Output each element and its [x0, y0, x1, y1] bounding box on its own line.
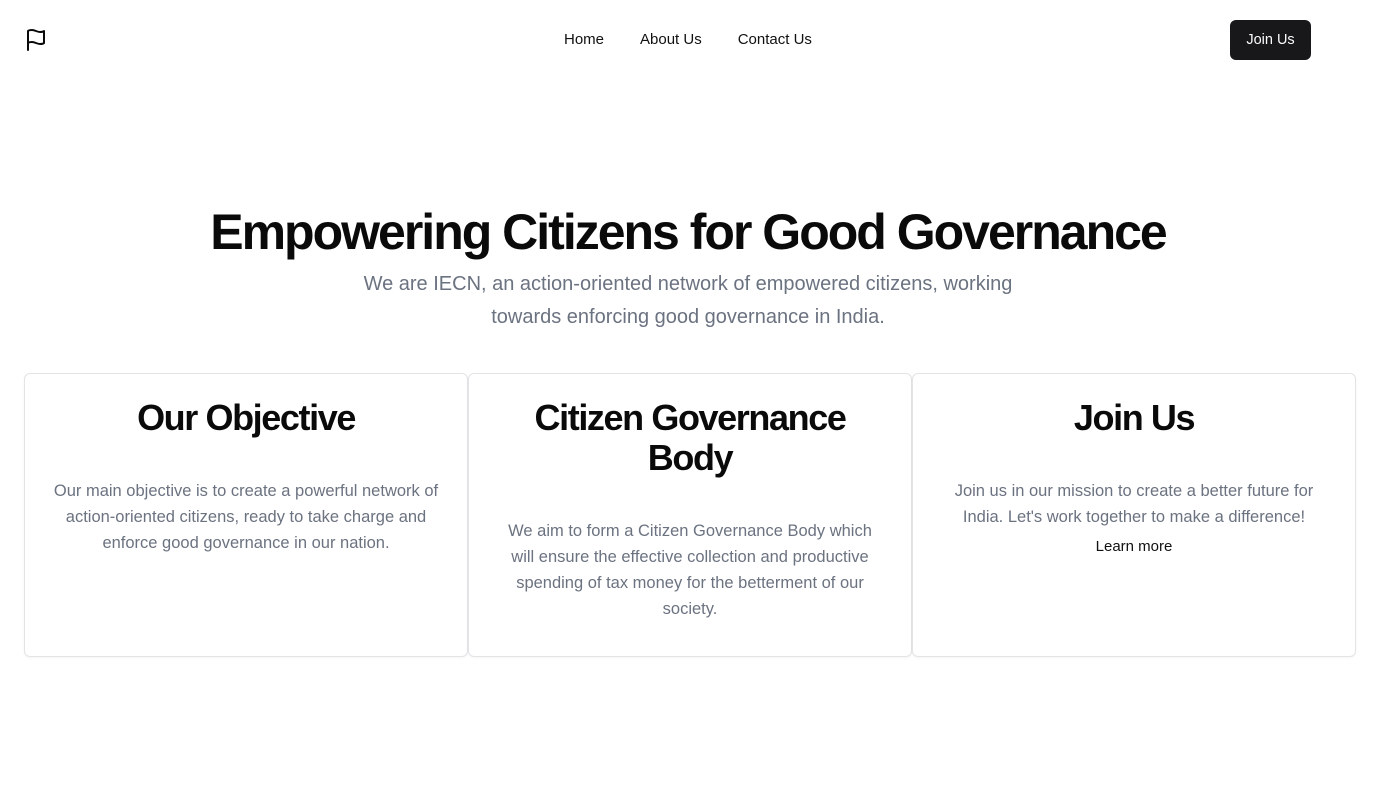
main-nav: Home About Us Contact Us — [564, 30, 812, 50]
card-text: Join us in our mission to create a bette… — [954, 482, 1314, 526]
card-title: Our Objective — [137, 397, 356, 438]
card-join-us: Join Us Join us in our mission to create… — [912, 373, 1356, 657]
site-header: Home About Us Contact Us Join Us — [0, 0, 1376, 80]
feature-cards: Our Objective Our main objective is to c… — [24, 373, 1356, 657]
nav-home-link[interactable]: Home — [564, 30, 604, 50]
flag-icon[interactable] — [24, 28, 48, 52]
card-title: Citizen Governance Body — [534, 397, 847, 478]
card-title: Join Us — [1073, 397, 1196, 438]
card-objective: Our Objective Our main objective is to c… — [24, 373, 468, 657]
join-us-button[interactable]: Join Us — [1230, 20, 1311, 60]
hero-title: Empowering Citizens for Good Governance — [210, 204, 1167, 260]
nav-contact-link[interactable]: Contact Us — [738, 30, 812, 50]
learn-more-link[interactable]: Learn more — [1096, 537, 1173, 557]
hero-subtitle: We are IECN, an action-oriented network … — [363, 273, 1013, 328]
nav-about-link[interactable]: About Us — [640, 30, 702, 50]
card-governance-body: Citizen Governance Body We aim to form a… — [468, 373, 912, 657]
card-text: Our main objective is to create a powerf… — [53, 482, 439, 552]
card-text: We aim to form a Citizen Governance Body… — [508, 522, 872, 618]
